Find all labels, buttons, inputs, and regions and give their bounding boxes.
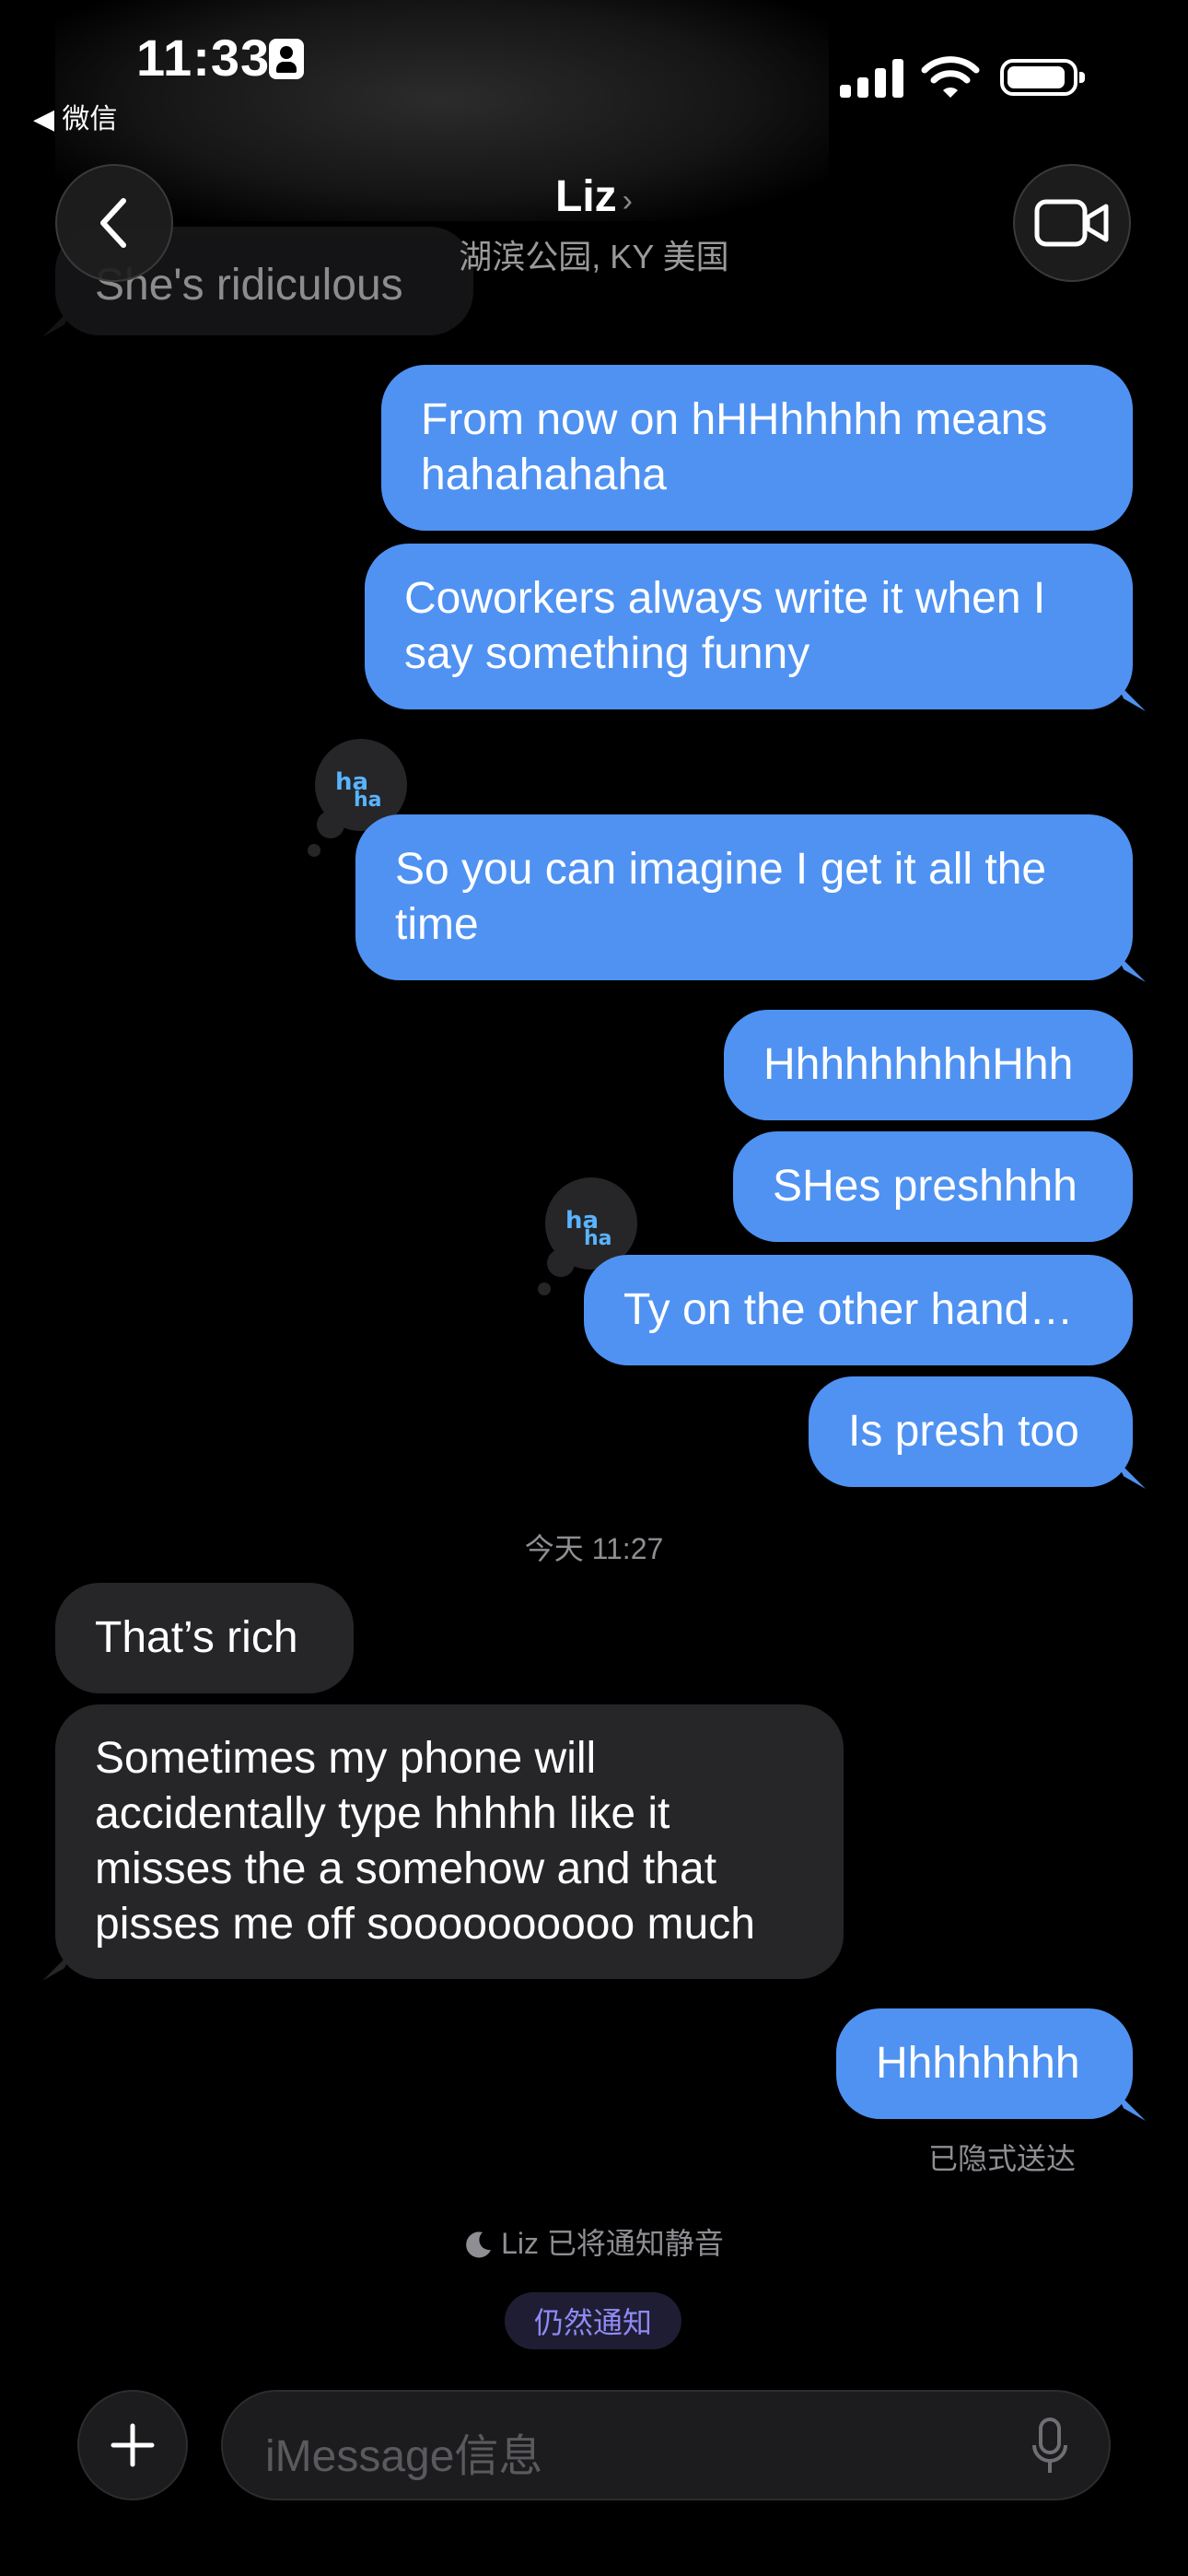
sent-message[interactable]: So you can imagine I get it all the time [355, 814, 1146, 982]
message-text: Sometimes my phone will accidentally typ… [95, 1734, 755, 1949]
chevron-right-icon: › [622, 183, 633, 218]
wifi-icon [921, 56, 980, 98]
received-message[interactable]: Sometimes my phone will accidentally typ… [42, 1704, 844, 1981]
reaction-dot [547, 1249, 575, 1277]
laugh-icon: ha ha [335, 768, 382, 808]
notify-anyway-button[interactable]: 仍然通知 [505, 2292, 681, 2349]
video-call-button[interactable] [1013, 164, 1131, 282]
bubble-tail [1114, 951, 1146, 982]
sent-message[interactable]: Is presh too [809, 1376, 1146, 1489]
video-camera-icon [1034, 199, 1109, 247]
sent-message[interactable]: Hhhhhhhh [836, 2008, 1146, 2121]
message-text: Is presh too [848, 1407, 1079, 1456]
sent-message[interactable]: HhhhhhhhhHhh [724, 1010, 1133, 1120]
message-text: So you can imagine I get it all the time [395, 845, 1047, 949]
reaction-dot [538, 1282, 551, 1295]
muted-notice-text: Liz 已将通知静音 [501, 2227, 724, 2260]
sent-message[interactable]: From now on hHHhhhhh means hahahahaha [381, 365, 1133, 531]
bubble-tail [42, 306, 74, 337]
plus-icon [111, 2423, 155, 2467]
back-to-app-link[interactable]: ◀ 微信 [33, 96, 117, 136]
received-message[interactable]: That’s rich [55, 1583, 354, 1693]
message-text: SHes preshhhh [773, 1162, 1077, 1211]
contact-location: 湖滨公园, KY 美国 [459, 238, 729, 275]
svg-text:ha: ha [354, 789, 382, 808]
contact-name[interactable]: Liz › [0, 171, 1188, 222]
timestamp: 今天 11:27 [524, 1532, 664, 1565]
cellular-signal-icon [840, 55, 904, 98]
bubble-tail [1114, 680, 1146, 711]
muted-notice: Liz 已将通知静音 [0, 2220, 1188, 2263]
message-input-placeholder: iMessage信息 [265, 2432, 543, 2481]
sent-message[interactable]: Ty on the other hand… [584, 1255, 1133, 1365]
contact-card-icon [269, 39, 304, 79]
add-attachment-button[interactable] [77, 2390, 188, 2500]
laugh-icon: ha ha [565, 1207, 612, 1247]
microphone-icon[interactable] [1031, 2418, 1068, 2476]
battery-icon [1000, 59, 1085, 96]
svg-text:ha: ha [584, 1227, 612, 1247]
message-text: That’s rich [95, 1613, 298, 1662]
message-text: From now on hHHhhhhh means hahahahaha [421, 395, 1048, 499]
bubble-tail [42, 1950, 74, 1981]
message-text: Hhhhhhhh [876, 2039, 1080, 2088]
reaction-dot [317, 811, 344, 838]
message-text: Coworkers always write it when I say som… [404, 574, 1046, 678]
bubble-tail [1114, 1458, 1146, 1489]
status-time: 11:33 [136, 29, 271, 87]
moon-icon [466, 2231, 492, 2258]
delivered-status: 已隐式送达 [928, 2142, 1077, 2175]
message-text: Ty on the other hand… [623, 1285, 1074, 1334]
sent-message[interactable]: Coworkers always write it when I say som… [365, 544, 1146, 711]
sent-message[interactable]: SHes preshhhh [733, 1131, 1133, 1242]
message-text: HhhhhhhhhHhh [763, 1040, 1074, 1089]
contact-name-text: Liz [555, 172, 617, 221]
reaction-dot [308, 844, 320, 857]
bubble-tail [1114, 2090, 1146, 2121]
